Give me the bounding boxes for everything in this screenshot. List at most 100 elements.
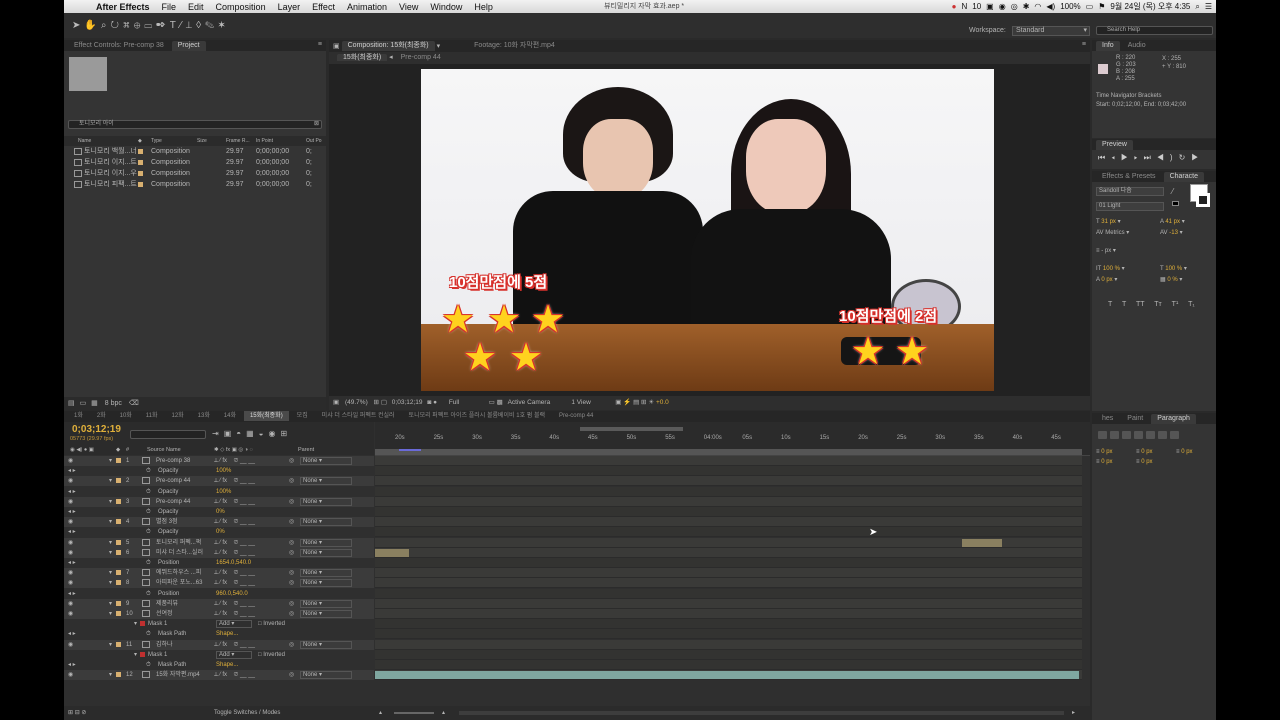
timeline-icon[interactable]: ▤ — [633, 399, 639, 406]
timeline-track[interactable] — [375, 517, 1082, 528]
panel-menu-icon[interactable]: ≡ — [1082, 41, 1086, 48]
project-search-input[interactable]: 토니모리 아이 ⊠ — [68, 120, 322, 129]
timeline-track[interactable] — [375, 619, 1082, 630]
menu-file[interactable]: File — [156, 2, 183, 12]
col-in-point[interactable]: In Point — [256, 136, 273, 146]
faux-italic-button[interactable]: T — [1122, 301, 1126, 308]
mask-inverted-checkbox[interactable]: □ Inverted — [258, 619, 285, 629]
tab-effect-controls[interactable]: Effect Controls: Pre-comp 38 — [68, 41, 170, 51]
first-frame-icon[interactable]: ⏮ — [1098, 153, 1111, 162]
battery-icon[interactable]: ▭ — [1086, 2, 1094, 11]
property-value[interactable]: 100% — [216, 466, 231, 476]
prev-frame-icon[interactable]: ◂ — [1111, 153, 1121, 162]
mask-name[interactable]: Mask 1 — [148, 619, 167, 629]
font-size-control[interactable]: T 31 px ▾ — [1096, 218, 1121, 225]
timeline-tab[interactable]: 12화 — [165, 411, 189, 421]
breadcrumb-item[interactable]: 15화(최종화) — [337, 54, 388, 61]
status-dot-icon[interactable]: ◎ — [1011, 2, 1018, 11]
leading-value[interactable]: 41 px — [1165, 219, 1180, 225]
expand-arrow-icon[interactable]: ▾ — [109, 476, 112, 486]
layer-duration-bar[interactable] — [375, 671, 1079, 680]
chevron-down-icon[interactable]: ▾ — [437, 42, 441, 50]
timeline-track[interactable] — [375, 527, 1082, 538]
property-value[interactable]: 100% — [216, 487, 231, 497]
property-value[interactable]: Shape... — [216, 660, 238, 670]
panel-menu-icon[interactable]: ≡ — [318, 41, 322, 48]
eye-icon[interactable]: ◉ — [68, 456, 73, 466]
layer-name[interactable]: Pre-comp 44 — [156, 476, 190, 486]
ram-preview-icon[interactable]: ▶ — [1191, 153, 1204, 162]
notification-icon[interactable]: ☰ — [1205, 2, 1212, 11]
small-caps-button[interactable]: Tт — [1154, 301, 1161, 308]
horizontal-scale-value[interactable]: 100 % — [1165, 266, 1182, 272]
timeline-tab[interactable]: 미샤 더 스타일 퍼펙트 컨실러 — [316, 411, 401, 421]
property-value[interactable]: 0% — [216, 507, 225, 517]
col-out-point[interactable]: Out Po — [306, 136, 322, 146]
layer-switches[interactable]: ⟂ ⁄ fx ⊘ __ __ — [214, 548, 255, 558]
lock-icon[interactable]: ▣ — [333, 42, 340, 50]
label-swatch[interactable] — [116, 549, 121, 555]
justify-last-right-button[interactable] — [1158, 431, 1167, 439]
fast-preview-icon[interactable]: ⚡ — [623, 399, 631, 406]
vertical-scale-value[interactable]: 100 % — [1103, 266, 1120, 272]
layer-name[interactable]: 김하나 — [156, 640, 173, 650]
label-swatch[interactable] — [116, 672, 121, 678]
align-left-button[interactable] — [1098, 431, 1107, 439]
spotlight-icon[interactable]: ⌕ — [1195, 2, 1199, 12]
eye-icon[interactable]: ◉ — [68, 640, 73, 650]
timeline-tab[interactable]: 14화 — [218, 411, 242, 421]
tab-audio[interactable]: Audio — [1122, 41, 1152, 51]
menu-window[interactable]: Window — [424, 2, 468, 12]
project-row[interactable]: 토니모리 백월...너 Composition 29.97 0;00;00;00 0; — [64, 147, 326, 157]
loop-icon[interactable]: ↻ — [1179, 153, 1192, 162]
clear-search-icon[interactable]: ⊠ — [314, 121, 319, 128]
exposure-value[interactable]: +0.0 — [656, 399, 669, 406]
label-swatch[interactable] — [116, 539, 121, 545]
mask-name[interactable]: Mask 1 — [148, 650, 167, 660]
expand-arrow-icon[interactable]: ▾ — [109, 548, 112, 558]
keyframe-nav-icon[interactable]: ◂ ▸ — [68, 527, 76, 537]
timeline-layer-row[interactable]: ◉ ▾ 8 아띠파운 포노...63 ⟂ ⁄ fx ⊘ __ __ ◎ None ▾ — [64, 578, 374, 589]
eye-icon[interactable]: ◉ — [68, 599, 73, 609]
resolution-select[interactable]: Full — [449, 396, 487, 410]
timeline-track[interactable] — [375, 649, 1082, 660]
menu-animation[interactable]: Animation — [341, 2, 393, 12]
playhead-marker[interactable] — [399, 449, 421, 451]
viewer-area[interactable]: 10점만점에 5점 10점만점에 2점 ★ ★ ★ ★ ★ ★ ★ — [329, 64, 1090, 396]
new-comp-icon[interactable]: ▦ — [91, 400, 98, 407]
justify-last-center-button[interactable] — [1146, 431, 1155, 439]
expand-arrow-icon[interactable]: ▾ — [109, 640, 112, 650]
breadcrumb-item[interactable]: Pre-comp 44 — [395, 54, 447, 61]
indent-right-value[interactable]: 0 px — [1141, 449, 1152, 455]
mask-mode-select[interactable]: Add ▾ — [216, 620, 252, 629]
stopwatch-icon[interactable]: ⏱ — [146, 589, 151, 599]
last-frame-icon[interactable]: ⏭ — [1144, 153, 1157, 162]
layer-switches[interactable]: ⟂ ⁄ fx ⊘ __ __ — [214, 640, 255, 650]
pickwhip-icon[interactable]: ◎ — [289, 599, 294, 609]
project-row[interactable]: 토니모리 이지...트 Composition 29.97 0;00;00;00 0; — [64, 158, 326, 168]
timeline-track[interactable] — [375, 568, 1082, 579]
font-size-value[interactable]: 31 px — [1101, 219, 1116, 225]
property-value[interactable]: 0% — [216, 527, 225, 537]
mask-color-swatch[interactable] — [140, 621, 145, 627]
property-value[interactable]: 960.0,540.0 — [216, 589, 248, 599]
timeline-tab[interactable]: 토니모리 퍼펙트 아이즈 플러시 볼륨베이비 1호 펌 블랙 — [403, 411, 551, 421]
eye-icon[interactable]: ◉ — [68, 517, 73, 527]
pickwhip-icon[interactable]: ◎ — [289, 568, 294, 578]
pixel-aspect-icon[interactable]: ▣ — [615, 399, 621, 406]
pickwhip-icon[interactable]: ◎ — [289, 456, 294, 466]
puppet-tool-icon[interactable]: ✶ — [218, 20, 229, 31]
label-swatch[interactable] — [116, 611, 121, 616]
clone-tool-icon[interactable]: ⊥ — [186, 20, 196, 31]
work-area-bar[interactable] — [580, 427, 683, 431]
tab-project[interactable]: Project — [171, 40, 206, 51]
layer-name[interactable]: Pre-comp 44 — [156, 497, 190, 507]
col-parent[interactable]: Parent — [298, 446, 314, 455]
menu-edit[interactable]: Edit — [182, 2, 210, 12]
eye-icon[interactable]: ◉ — [68, 538, 73, 548]
mask-color-swatch[interactable] — [140, 651, 145, 657]
help-search-input[interactable]: Search Help — [1096, 26, 1213, 35]
timeline-mask-row[interactable]: ▾ Mask 1 Add ▾ □ Inverted — [64, 650, 374, 660]
bluetooth-icon[interactable]: ✱ — [1023, 2, 1030, 11]
layer-switches[interactable]: ⟂ ⁄ fx ⊘ __ __ — [214, 476, 255, 486]
